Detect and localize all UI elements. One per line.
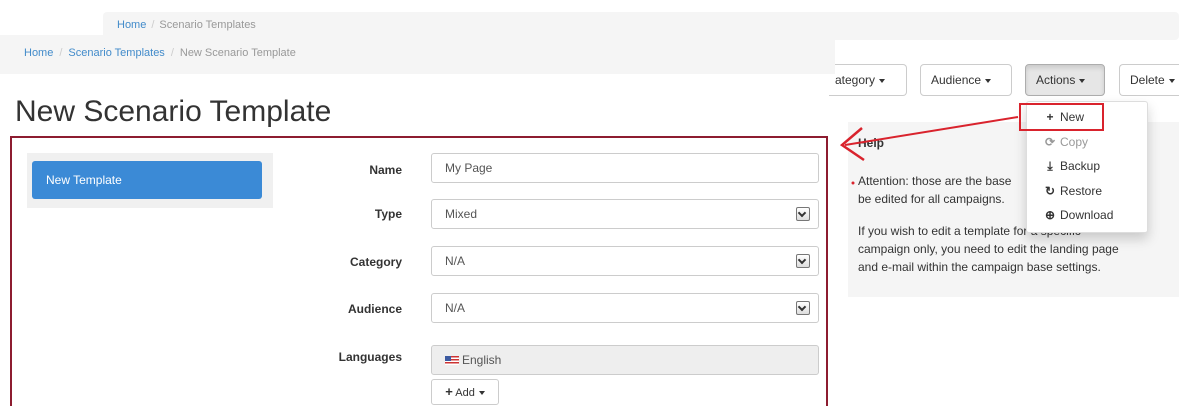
languages-field[interactable]: English [431, 345, 819, 375]
category-select[interactable]: N/A [431, 246, 819, 276]
category-button[interactable]: ategory [829, 64, 907, 96]
audience-select[interactable]: N/A [431, 293, 819, 323]
menu-item-label: Restore [1060, 183, 1103, 198]
background-breadcrumb-home[interactable]: Home [117, 19, 146, 31]
delete-button-label: Delete [1130, 73, 1165, 87]
category-select-value: N/A [445, 254, 466, 268]
audience-select-value: N/A [445, 301, 466, 315]
new-template-button[interactable]: New Template [32, 161, 262, 199]
actions-button[interactable]: Actions [1025, 64, 1105, 96]
help-line: and e-mail within the campaign base sett… [858, 260, 1101, 274]
chevron-down-icon [478, 391, 485, 396]
sidebar: New Template [27, 153, 273, 208]
restore-icon: ↻ [1044, 183, 1056, 198]
chevron-down-icon [796, 207, 810, 221]
actions-button-label: Actions [1036, 73, 1076, 87]
page-title: New Scenario Template [15, 95, 332, 128]
menu-item-label: Backup [1060, 159, 1101, 173]
help-line: campaign only, you need to edit the land… [858, 242, 1119, 256]
breadcrumb-separator: / [59, 47, 63, 59]
category-label: Category [349, 255, 402, 269]
chevron-down-icon [796, 254, 810, 268]
type-select-value: Mixed [445, 207, 478, 221]
chevron-down-icon [1079, 78, 1086, 83]
plus-icon: + [445, 384, 453, 399]
audience-button-label: Audience [931, 73, 982, 87]
background-breadcrumb-scenario-templates[interactable]: Scenario Templates [159, 19, 255, 31]
breadcrumb-current: New Scenario Template [179, 47, 296, 59]
download-icon: ⊕ [1044, 208, 1056, 222]
chevron-down-icon [1168, 78, 1175, 83]
language-english: English [462, 353, 502, 367]
languages-label: Languages [338, 350, 402, 364]
name-label: Name [369, 163, 402, 177]
audience-button[interactable]: Audience [920, 64, 1012, 96]
name-input-value: My Page [445, 161, 493, 175]
delete-button[interactable]: Delete [1119, 64, 1179, 96]
menu-item-backup[interactable]: ⤓ Backup [1027, 154, 1147, 179]
menu-item-label: Download [1060, 208, 1114, 222]
copy-icon: ⟳ [1044, 134, 1056, 149]
breadcrumb-separator: / [170, 47, 174, 59]
new-item-highlight-box [1019, 103, 1104, 131]
chevron-down-icon [879, 78, 886, 83]
menu-item-restore[interactable]: ↻ Restore [1027, 179, 1147, 204]
breadcrumb-separator: / [151, 19, 155, 31]
chevron-down-icon [796, 301, 810, 315]
menu-item-download[interactable]: ⊕ Download [1027, 203, 1147, 228]
menu-item-copy[interactable]: ⟳ Copy [1027, 130, 1147, 155]
template-toolbar: ategory Audience Actions Delete [829, 64, 1179, 96]
add-button-label: Add [455, 387, 475, 399]
breadcrumb: Home / Scenario Templates / New Scenario Tem… [0, 35, 835, 74]
breadcrumb-scenario-templates[interactable]: Scenario Templates [68, 47, 164, 59]
us-flag-icon [445, 356, 459, 365]
menu-item-label: Copy [1060, 134, 1089, 149]
type-select[interactable]: Mixed [431, 199, 819, 229]
audience-label: Audience [347, 302, 402, 316]
type-label: Type [374, 207, 402, 221]
backup-icon: ⤓ [1047, 159, 1053, 173]
template-form-panel: New Template Name My Page Type Mixed Cat… [10, 136, 828, 406]
breadcrumb-home[interactable]: Home [24, 47, 53, 59]
category-button-label: ategory [835, 73, 876, 87]
name-input[interactable]: My Page [431, 153, 819, 183]
chevron-down-icon [985, 78, 992, 83]
add-language-button[interactable]: + Add [431, 379, 499, 405]
